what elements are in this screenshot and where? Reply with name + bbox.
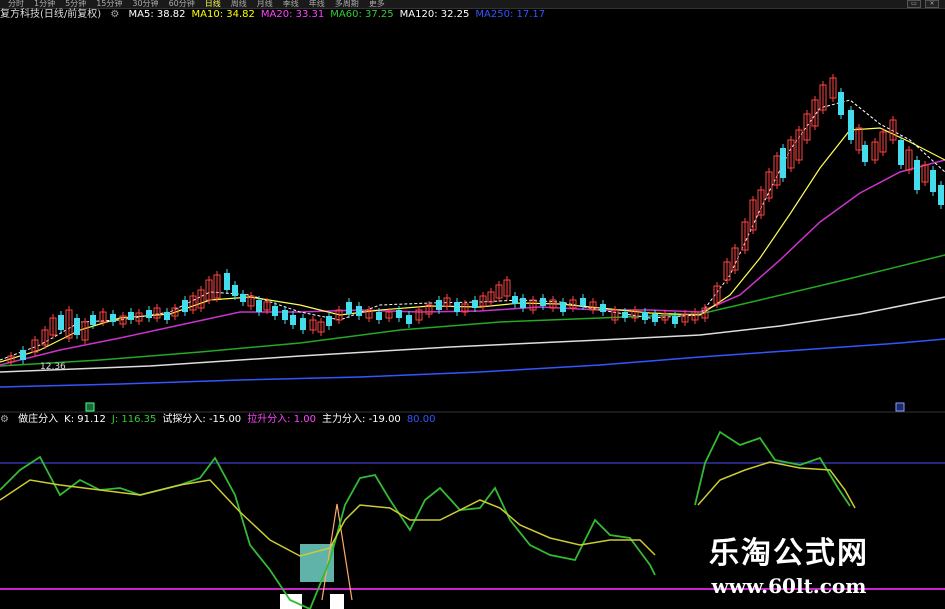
candle-body xyxy=(20,350,26,360)
indicator-legend-item: 试探分入: -15.00 xyxy=(162,414,242,425)
marker-icon-right[interactable] xyxy=(895,402,905,412)
indicator-legend: ⚙ 做庄分入 K: 91.12 J: 116.35 试探分入: -15.00 拉升分入:… xyxy=(0,413,945,427)
candle-body xyxy=(838,92,844,115)
candle-body xyxy=(862,145,868,162)
candle-body xyxy=(300,318,306,330)
candle-body xyxy=(128,312,134,320)
candle-body xyxy=(472,300,478,308)
candle-body xyxy=(622,312,628,318)
candle-body xyxy=(182,300,188,312)
candle-body xyxy=(914,160,920,190)
candle-body xyxy=(282,310,288,320)
kline-chart[interactable]: 12.36 xyxy=(0,0,945,609)
watermark-title: 乐淘公式网 xyxy=(709,536,869,571)
candle-body xyxy=(58,315,64,330)
candle-body xyxy=(406,315,412,324)
candle-body xyxy=(346,302,352,314)
candle-body xyxy=(600,304,606,312)
ma120-line xyxy=(0,296,945,373)
k-line-right xyxy=(697,461,856,509)
indicator-legend-item: 主力分入: -19.00 xyxy=(322,414,401,425)
j-line xyxy=(0,455,656,609)
candle-body xyxy=(396,310,402,318)
candle-body xyxy=(376,312,382,320)
j-line-right xyxy=(694,430,851,507)
ma20-line xyxy=(0,159,945,366)
candle-body xyxy=(520,298,526,308)
marker-icon[interactable] xyxy=(85,402,95,412)
candle-body xyxy=(560,302,566,312)
candle-body xyxy=(90,315,96,325)
signal-bar-2 xyxy=(330,594,344,609)
candle-body xyxy=(898,140,904,165)
candle-body xyxy=(938,185,944,205)
candle-body xyxy=(512,296,518,304)
candle-body xyxy=(256,300,262,312)
candle-body xyxy=(848,110,854,140)
candle-body xyxy=(780,148,786,178)
candle-body xyxy=(454,302,460,312)
watermark-url: www.60lt.com xyxy=(711,574,867,598)
candle-body xyxy=(642,312,648,320)
indicator-legend-item: 80.00 xyxy=(406,414,436,425)
candle-body xyxy=(232,285,238,296)
candle-body xyxy=(356,306,362,316)
low-price-label: 12.36 xyxy=(40,362,66,372)
candle-body xyxy=(540,298,546,306)
candle-body xyxy=(74,318,80,335)
indicator-legend-item: J: 116.35 xyxy=(111,414,157,425)
candle-body xyxy=(240,294,246,302)
indicator-legend-item: K: 91.12 xyxy=(64,414,106,425)
candle-body xyxy=(580,298,586,306)
candle-body xyxy=(930,170,936,192)
candle-body xyxy=(326,316,332,326)
candle-body xyxy=(146,310,152,318)
signal-bar xyxy=(280,594,302,609)
candle-body xyxy=(672,316,678,324)
candle-body xyxy=(652,314,658,322)
candle-body xyxy=(164,312,170,320)
candle-body xyxy=(224,273,230,290)
candle-body xyxy=(436,300,442,310)
candle-body xyxy=(290,315,296,325)
indicator-legend-item: 拉升分入: 1.00 xyxy=(247,414,317,425)
ma10-line xyxy=(0,127,945,363)
candle-body xyxy=(272,306,278,316)
indicator-legend-item: 做庄分入 xyxy=(18,414,59,425)
settings-icon-2[interactable]: ⚙ xyxy=(0,414,9,425)
candle-body xyxy=(110,314,116,322)
